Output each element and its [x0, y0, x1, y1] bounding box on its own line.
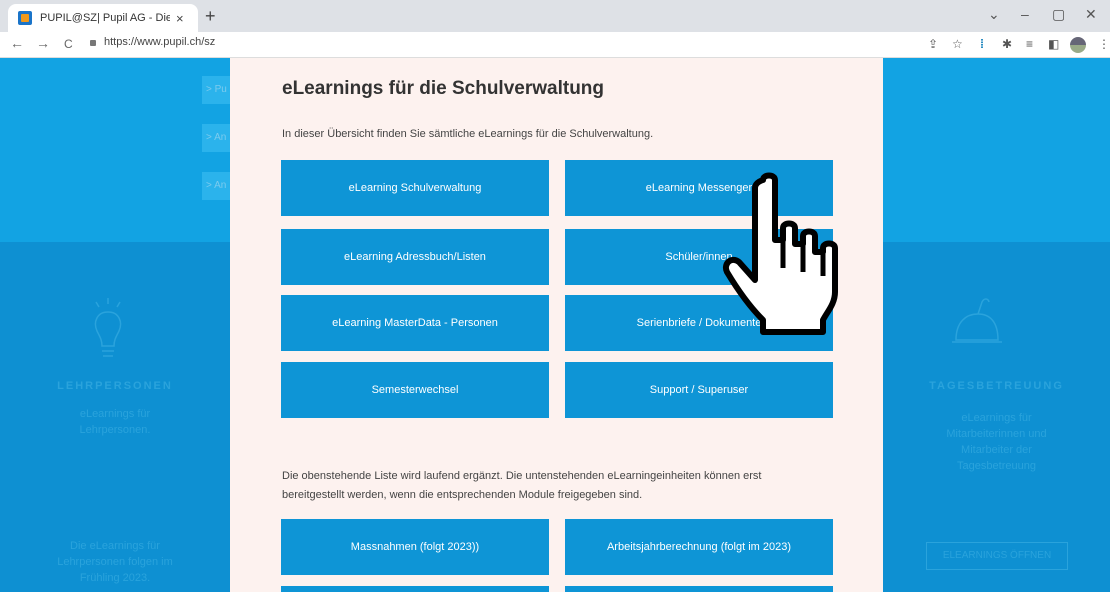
- minimize-button[interactable]: –: [1021, 6, 1029, 22]
- reading-list-icon[interactable]: ≡: [1026, 37, 1033, 51]
- restore-button[interactable]: ▢: [1052, 6, 1065, 23]
- right-text-1: eLearnings für: [961, 412, 1032, 424]
- right-text-3: Mitarbeiter der: [961, 444, 1032, 456]
- open-elearnings-button[interactable]: ELEARNINGS ÖFFNEN: [926, 542, 1068, 570]
- left-footer-2: Lehrpersonen folgen im: [57, 556, 173, 568]
- tile-support-superuser[interactable]: Support / Superuser: [565, 362, 833, 418]
- tile-partial-1[interactable]: [281, 586, 549, 592]
- tile-arbeitsjahrberechnung[interactable]: Arbeitsjahrberechnung (folgt im 2023): [565, 519, 833, 575]
- profile-avatar[interactable]: [1070, 37, 1086, 53]
- tile-massnahmen[interactable]: Massnahmen (folgt 2023)): [281, 519, 549, 575]
- left-menu-button-3[interactable]: > An: [202, 172, 230, 200]
- share-icon[interactable]: ⇪: [928, 37, 938, 51]
- right-text-2: Mitarbeiterinnen und: [946, 428, 1047, 440]
- left-footer-3: Frühling 2023.: [79, 572, 151, 584]
- tile-partial-2[interactable]: [565, 586, 833, 592]
- url-text: https://www.pupil.ch/sz: [104, 36, 216, 48]
- browser-tabstrip: PUPIL@SZ| Pupil AG - Die eLearn × + ⌄ – …: [0, 0, 1110, 32]
- new-tab-button[interactable]: +: [205, 6, 216, 27]
- lightbulb-icon: [94, 298, 122, 357]
- tile-elearning-masterdata[interactable]: eLearning MasterData - Personen: [281, 295, 549, 351]
- left-menu-button-1[interactable]: > Pu: [202, 76, 230, 104]
- tab-close-icon[interactable]: ×: [176, 11, 184, 26]
- tab-title: PUPIL@SZ| Pupil AG - Die eLearn: [40, 12, 170, 24]
- tile-elearning-adressbuch[interactable]: eLearning Adressbuch/Listen: [281, 229, 549, 285]
- modal-note: Die obenstehende Liste wird laufend ergä…: [282, 470, 762, 501]
- left-text-1: eLearnings für: [79, 408, 151, 420]
- left-heading: LEHRPERSONEN: [57, 380, 173, 392]
- food-cloche-icon: [952, 298, 1002, 343]
- left-menu-button-2[interactable]: > An: [202, 124, 230, 152]
- pupil-favicon-icon: [18, 11, 32, 25]
- right-text-4: Tagesbetreuung: [957, 460, 1036, 472]
- lock-icon: [90, 40, 96, 46]
- back-button[interactable]: ←: [10, 35, 24, 51]
- modal-intro: In dieser Übersicht finden Sie sämtliche…: [282, 128, 654, 140]
- browser-toolbar: ← → C https://www.pupil.ch/sz ⇪ ☆ ⁞ ✱ ≡ …: [0, 32, 1110, 58]
- right-text: eLearnings für Mitarbeiterinnen und Mita…: [883, 410, 1110, 474]
- extension-icon[interactable]: ⁞: [980, 37, 984, 51]
- left-footer-1: Die eLearnings für: [70, 540, 160, 552]
- page-background: > Pu > An > An LEHRPERSONEN eLearnings f…: [0, 58, 1110, 592]
- left-text-2: Lehrpersonen.: [79, 424, 151, 436]
- right-hero-panel: [883, 58, 1110, 242]
- hand-pointer-cursor-icon: [723, 172, 838, 335]
- right-heading: TAGESBETREUUNG: [929, 380, 1064, 392]
- address-bar[interactable]: https://www.pupil.ch/sz: [90, 36, 215, 48]
- close-window-button[interactable]: ✕: [1085, 6, 1097, 23]
- menu-icon[interactable]: ⋮: [1098, 37, 1110, 51]
- tile-elearning-schulverwaltung[interactable]: eLearning Schulverwaltung: [281, 160, 549, 216]
- bookmark-star-icon[interactable]: ☆: [952, 37, 963, 51]
- reload-button[interactable]: C: [64, 37, 73, 51]
- tab-search-icon[interactable]: ⌄: [988, 6, 1000, 23]
- extensions-puzzle-icon[interactable]: ✱: [1002, 37, 1012, 51]
- forward-button[interactable]: →: [36, 35, 50, 51]
- browser-tab[interactable]: PUPIL@SZ| Pupil AG - Die eLearn ×: [8, 4, 198, 32]
- modal-title: eLearnings für die Schulverwaltung: [282, 78, 605, 99]
- side-panel-icon[interactable]: ◧: [1048, 37, 1059, 51]
- tile-semesterwechsel[interactable]: Semesterwechsel: [281, 362, 549, 418]
- left-hero-panel: [0, 58, 230, 242]
